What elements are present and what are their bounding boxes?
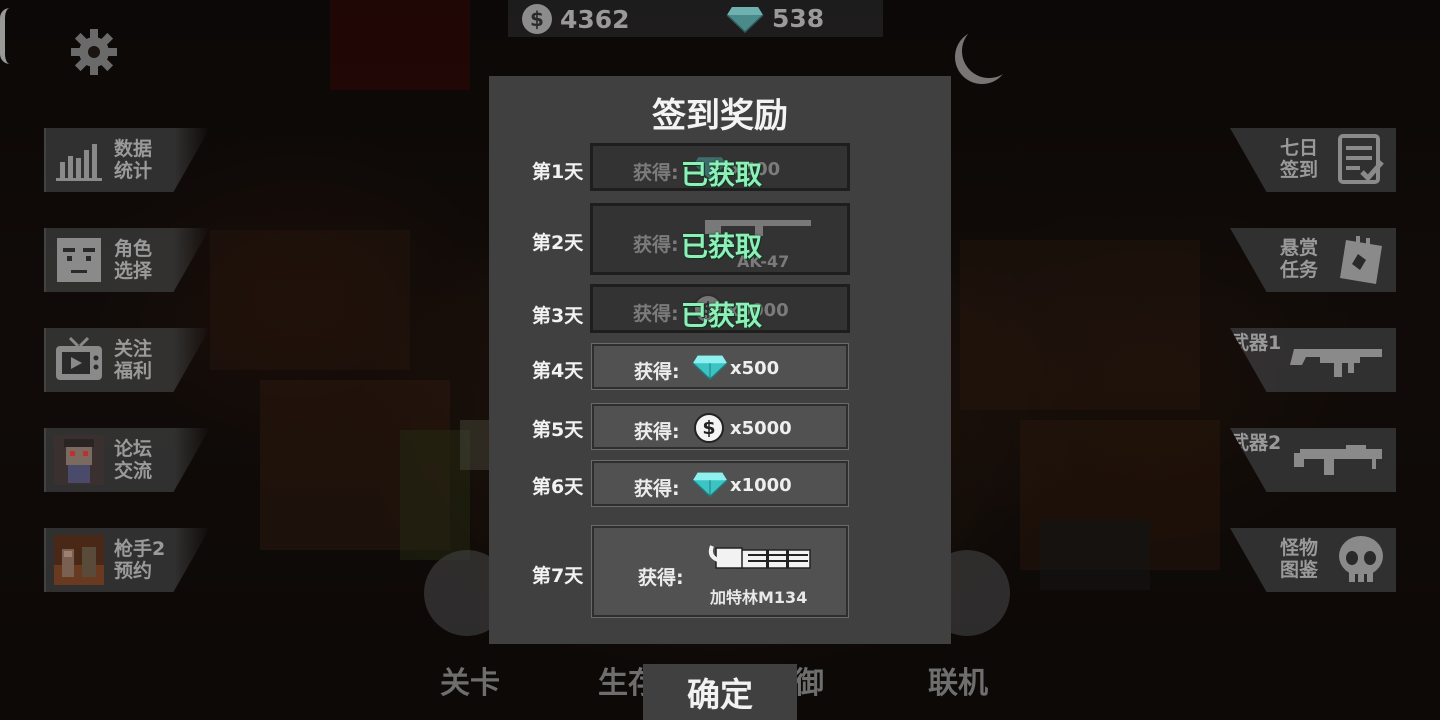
get-label: 获得: <box>638 567 684 589</box>
get-label: 获得: <box>634 478 680 500</box>
claimed-stamp: 已获取 <box>681 232 762 263</box>
get-label: 获得: <box>633 162 679 184</box>
reward-slot-day2: 获得: AK-47 已获取 <box>590 203 850 275</box>
forum-label-line2: 交流 <box>114 460 153 482</box>
reward-slot-day7: 获得: 加特林M134 <box>591 525 849 618</box>
currency-bar: $ 4362 538 <box>508 0 883 37</box>
get-label: 获得: <box>634 421 680 443</box>
get-label: 获得: <box>634 361 680 383</box>
day-label: 第3天 <box>532 305 584 327</box>
day-label: 第2天 <box>532 232 584 254</box>
character-face-icon <box>52 233 106 287</box>
dialog-title: 签到奖励 <box>652 96 788 136</box>
gem-icon <box>726 6 764 33</box>
moon-night-icon[interactable] <box>962 24 1016 78</box>
day-label: 第6天 <box>532 476 584 498</box>
reward-amount: x1000 <box>730 475 792 496</box>
skull-icon <box>1334 533 1388 587</box>
claimed-stamp: 已获取 <box>681 301 762 332</box>
reward-slot-day1: 获得: x500 已获取 <box>590 143 850 191</box>
forum-avatar-icon <box>52 433 106 487</box>
coin-amount: 4362 <box>560 4 630 34</box>
confirm-button[interactable]: 确定 <box>643 664 797 720</box>
mode-level[interactable]: 关卡 <box>440 658 500 702</box>
stats-label-line1: 数据 <box>114 138 153 160</box>
reward-slot-day4: 获得: x500 <box>591 343 849 390</box>
reward-slot-day5: 获得: $ x5000 <box>591 403 849 450</box>
bar-chart-icon <box>52 133 106 187</box>
codex-label-line1: 怪物 <box>1279 537 1318 559</box>
reward-slot-day3: 获得: $ x5000 已获取 <box>590 284 850 333</box>
reward-slot-day6: 获得: x1000 <box>591 460 849 507</box>
gem-icon <box>692 355 728 381</box>
gem-balance: 538 <box>726 4 824 33</box>
follow-label-line2: 福利 <box>114 360 153 382</box>
corner-bracket-decoration <box>0 8 10 64</box>
bounty-label-line1: 悬赏 <box>1279 237 1318 259</box>
signin-label-line1: 七日 <box>1279 137 1318 159</box>
character-label-line1: 角色 <box>114 238 153 260</box>
gunner2-label-line2: 预约 <box>114 560 153 582</box>
settings-gear-icon[interactable] <box>68 26 120 78</box>
reward-amount: x500 <box>730 358 780 379</box>
signin-label-line2: 签到 <box>1279 159 1318 181</box>
reward-item-name: 加特林M134 <box>710 588 808 607</box>
day-label: 第1天 <box>532 161 584 183</box>
bounty-label-line2: 任务 <box>1279 259 1318 281</box>
get-label: 获得: <box>633 234 679 256</box>
day-label: 第5天 <box>532 419 584 441</box>
get-label: 获得: <box>633 303 679 325</box>
bounty-note-icon <box>1334 233 1388 287</box>
coin-icon: $ <box>694 413 724 443</box>
gatling-gun-icon <box>708 545 811 569</box>
claimed-stamp: 已获取 <box>681 160 762 191</box>
gunner2-poster-icon <box>52 533 106 587</box>
coin-balance: $ 4362 <box>522 4 630 34</box>
character-label-line2: 选择 <box>114 260 153 282</box>
tv-icon <box>52 333 106 387</box>
follow-label-line1: 关注 <box>114 338 153 360</box>
assault-rifle-icon <box>1288 334 1388 388</box>
mode-online[interactable]: 联机 <box>928 658 988 702</box>
forum-label-line1: 论坛 <box>114 438 153 460</box>
stats-label-line2: 统计 <box>114 160 153 182</box>
day-label: 第7天 <box>532 565 584 587</box>
codex-label-line2: 图鉴 <box>1279 559 1318 581</box>
coin-icon: $ <box>522 4 552 34</box>
gem-icon <box>692 472 728 498</box>
gunner2-label-line1: 枪手2 <box>114 538 166 560</box>
machine-gun-icon <box>1288 434 1388 488</box>
day-label: 第4天 <box>532 360 584 382</box>
reward-amount: x5000 <box>730 418 792 439</box>
checklist-icon <box>1334 133 1388 187</box>
gem-amount: 538 <box>772 4 825 33</box>
